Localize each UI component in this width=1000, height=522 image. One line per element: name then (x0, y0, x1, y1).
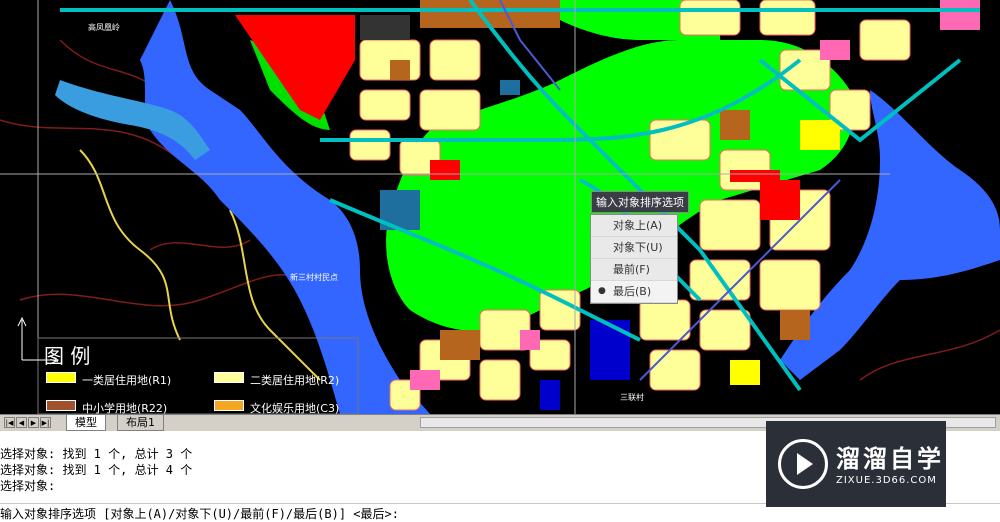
command-history-line: 选择对象: 找到 1 个, 总计 3 个 (0, 447, 193, 461)
watermark-brand: 溜溜自学 (836, 445, 944, 473)
village-label: 高凤凰岭 (88, 23, 120, 32)
cad-drawing[interactable] (0, 0, 1000, 414)
legend-swatch (46, 372, 76, 383)
prev-tab-icon[interactable]: ◀ (16, 417, 27, 428)
tab-layout1[interactable]: 布局1 (117, 415, 164, 431)
legend-title: 图 例 (44, 344, 91, 368)
menu-item-label: 最后(B) (613, 285, 652, 298)
drawing-canvas[interactable]: 高凤凰岭 新三村村民点 三联村 图 例 一类居住用地(R1) 二类居住用地(R2… (0, 0, 1000, 414)
legend-label: 文化娱乐用地(C3) (250, 402, 340, 414)
legend-swatch (214, 372, 244, 383)
selected-bullet-icon: ● (598, 286, 606, 296)
first-tab-icon[interactable]: |◀ (4, 417, 15, 428)
legend-label: 一类居住用地(R1) (82, 374, 172, 387)
village-label: 三联村 (620, 393, 644, 402)
menu-item-bring-above[interactable]: 对象上(A) (591, 215, 677, 237)
legend-label: 二类居住用地(R2) (250, 374, 340, 387)
village-label: 新三村村民点 (290, 273, 338, 282)
command-tooltip: 输入对象排序选项 (591, 191, 689, 213)
play-icon (778, 439, 828, 489)
menu-item-bring-to-front[interactable]: 最前(F) (591, 259, 677, 281)
menu-item-label: 对象上(A) (613, 219, 663, 232)
watermark-logo: 溜溜自学 ZIXUE.3D66.COM (766, 421, 946, 507)
menu-item-label: 对象下(U) (613, 241, 663, 254)
command-prompt: 输入对象排序选项 [对象上(A)/对象下(U)/最前(F)/最后(B)] <最后… (0, 507, 399, 521)
legend-swatch (46, 400, 76, 411)
menu-item-label: 最前(F) (613, 263, 650, 276)
order-options-menu[interactable]: 对象上(A) 对象下(U) 最前(F) ● 最后(B) (590, 214, 678, 304)
command-history-line: 选择对象: 找到 1 个, 总计 4 个 (0, 463, 193, 477)
last-tab-icon[interactable]: ▶| (40, 417, 51, 428)
command-history-line: 选择对象: (0, 479, 56, 493)
tab-model[interactable]: 模型 (66, 415, 106, 431)
legend-swatch (214, 400, 244, 411)
legend-label: 中小学用地(R22) (82, 402, 168, 414)
menu-item-send-to-back[interactable]: ● 最后(B) (591, 281, 677, 303)
next-tab-icon[interactable]: ▶ (28, 417, 39, 428)
menu-item-send-under[interactable]: 对象下(U) (591, 237, 677, 259)
watermark-url: ZIXUE.3D66.COM (836, 475, 937, 486)
